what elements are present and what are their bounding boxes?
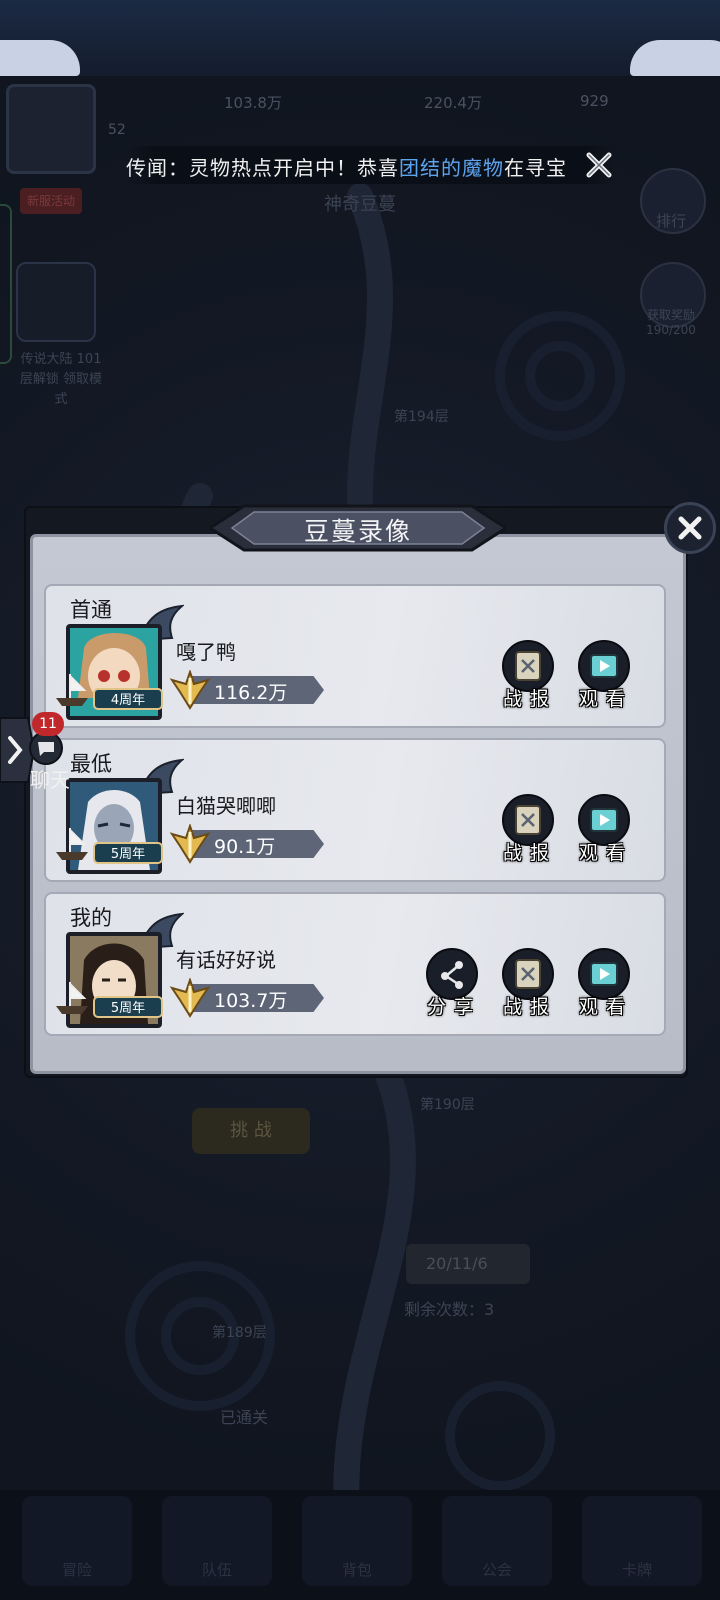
bottom-tab-team[interactable]: 队伍 [162, 1496, 272, 1586]
bottom-tab-label: 卡牌 [621, 1561, 652, 1579]
bottom-tab-cards[interactable]: 卡牌 [582, 1496, 702, 1586]
bottom-tab-label: 冒险 [61, 1561, 92, 1579]
power-crest-icon [169, 978, 211, 1018]
floor-label: 第194层 [394, 409, 449, 425]
bottom-tab-label: 队伍 [201, 1561, 232, 1579]
record-label: 首通 [70, 598, 112, 622]
record-card-first-clear: 首通 4周年 嘎了鸭 116.2万 战报 观看 [44, 584, 666, 728]
bottom-tab-label: 背包 [341, 1561, 372, 1579]
remain-label: 剩余次数：3 [404, 1300, 495, 1319]
dialog-title: 豆蔓录像 [303, 517, 412, 546]
watch-label: 观看 [578, 842, 633, 864]
chat-unread-badge: 11 [32, 712, 64, 736]
rumor-highlight-name[interactable]: 团结的魔物 [399, 156, 504, 180]
battle-report-button[interactable]: 战报 [494, 948, 558, 1026]
event-badge[interactable]: 新服活动 [20, 188, 82, 214]
watch-button[interactable]: 观看 [570, 640, 634, 718]
floor-label: 第189层 [212, 1325, 267, 1341]
svg-text:5周年: 5周年 [111, 847, 145, 862]
power-crest-icon [169, 670, 211, 710]
ranking-label: 排行 [655, 212, 686, 230]
rumor-prefix: 传闻：灵物热点开启中！恭喜 [126, 156, 399, 180]
dialog-close-button[interactable] [664, 502, 716, 554]
chat-label: 聊天 [30, 768, 70, 792]
power-value: 90.1万 [214, 836, 276, 858]
resource-bar: 103.8万 220.4万 929 [160, 86, 720, 126]
bottom-tab-adventure[interactable]: 冒险 [22, 1496, 132, 1586]
scroll-icon [515, 651, 541, 681]
ship-badge-icon [56, 673, 88, 706]
anniversary-badge-icon: 5周年 [93, 996, 163, 1018]
scroll-icon [515, 805, 541, 835]
left-edge-tab[interactable] [0, 204, 12, 364]
bottom-nav: 冒险 队伍 背包 公会 卡牌 [0, 1490, 720, 1600]
power-crest-icon [169, 824, 211, 864]
sky-strip [0, 0, 720, 80]
mode-button[interactable] [16, 262, 96, 342]
play-icon [590, 654, 618, 678]
play-icon [590, 962, 618, 986]
passed-label: 已通关 [220, 1408, 269, 1427]
reward-label: 获取奖励 190/200 [646, 308, 696, 337]
bottom-tab-bag[interactable]: 背包 [302, 1496, 412, 1586]
rumor-text: 传闻：灵物热点开启中！恭喜团结的魔物在寻宝 [126, 152, 567, 181]
power-value: 116.2万 [214, 682, 288, 704]
close-icon [678, 516, 702, 540]
share-icon [441, 961, 463, 989]
svg-text:4周年: 4周年 [111, 693, 145, 708]
battle-report-button[interactable]: 战报 [494, 640, 558, 718]
remain-counter: 20/11/6 [406, 1244, 530, 1284]
battle-report-button[interactable]: 战报 [494, 794, 558, 872]
record-label: 我的 [70, 906, 112, 930]
rumor-close-icon[interactable] [584, 150, 614, 180]
anniversary-badge-icon: 5周年 [93, 842, 163, 864]
record-card-mine: 我的 5周年 有话好好说 103.7万 分享 战报 观看 [44, 892, 666, 1036]
ship-badge-icon [56, 981, 88, 1014]
bottom-tab-label: 公会 [481, 1561, 512, 1579]
share-label: 分享 [426, 996, 481, 1018]
play-icon [590, 808, 618, 832]
battle-report-label: 战报 [502, 842, 557, 864]
floor-label: 第190层 [420, 1097, 475, 1113]
player-name: 嘎了鸭 [176, 640, 236, 664]
battle-report-label: 战报 [502, 688, 557, 710]
cloud-decoration [0, 40, 80, 76]
cloud-decoration [630, 40, 720, 76]
challenge-button[interactable]: 挑 战 [192, 1108, 310, 1154]
svg-text:5周年: 5周年 [111, 1001, 145, 1016]
watch-button[interactable]: 观看 [570, 794, 634, 872]
player-name: 白猫哭唧唧 [176, 794, 276, 818]
power-resource-value: 103.8万 [224, 94, 282, 112]
watch-label: 观看 [578, 688, 633, 710]
share-button[interactable]: 分享 [418, 948, 482, 1026]
remain-value: 20/11/6 [426, 1254, 488, 1273]
player-level: 52 [108, 122, 126, 138]
scroll-icon [515, 959, 541, 989]
ship-badge-icon [56, 827, 88, 860]
gold-resource-value: 220.4万 [424, 94, 482, 112]
record-label: 最低 [70, 752, 112, 776]
record-card-lowest: 最低 5周年 白猫哭唧唧 90.1万 战报 观看 [44, 738, 666, 882]
mode-button-label: 传说大陆 101层解锁 领取模式 [19, 352, 103, 407]
rumor-suffix: 在寻宝 [504, 156, 567, 180]
bottom-tab-guild[interactable]: 公会 [442, 1496, 552, 1586]
anniversary-badge-icon: 4周年 [93, 688, 163, 710]
battle-report-label: 战报 [502, 996, 557, 1018]
rumor-banner: 传闻：灵物热点开启中！恭喜团结的魔物在寻宝 [126, 146, 616, 184]
power-value: 103.7万 [214, 990, 288, 1012]
watch-button[interactable]: 观看 [570, 948, 634, 1026]
stage-title: 神奇豆蔓 [324, 194, 396, 215]
player-avatar-button[interactable] [6, 84, 96, 174]
gem-resource-value: 929 [580, 92, 609, 110]
watch-label: 观看 [578, 996, 633, 1018]
player-name: 有话好好说 [176, 948, 276, 972]
